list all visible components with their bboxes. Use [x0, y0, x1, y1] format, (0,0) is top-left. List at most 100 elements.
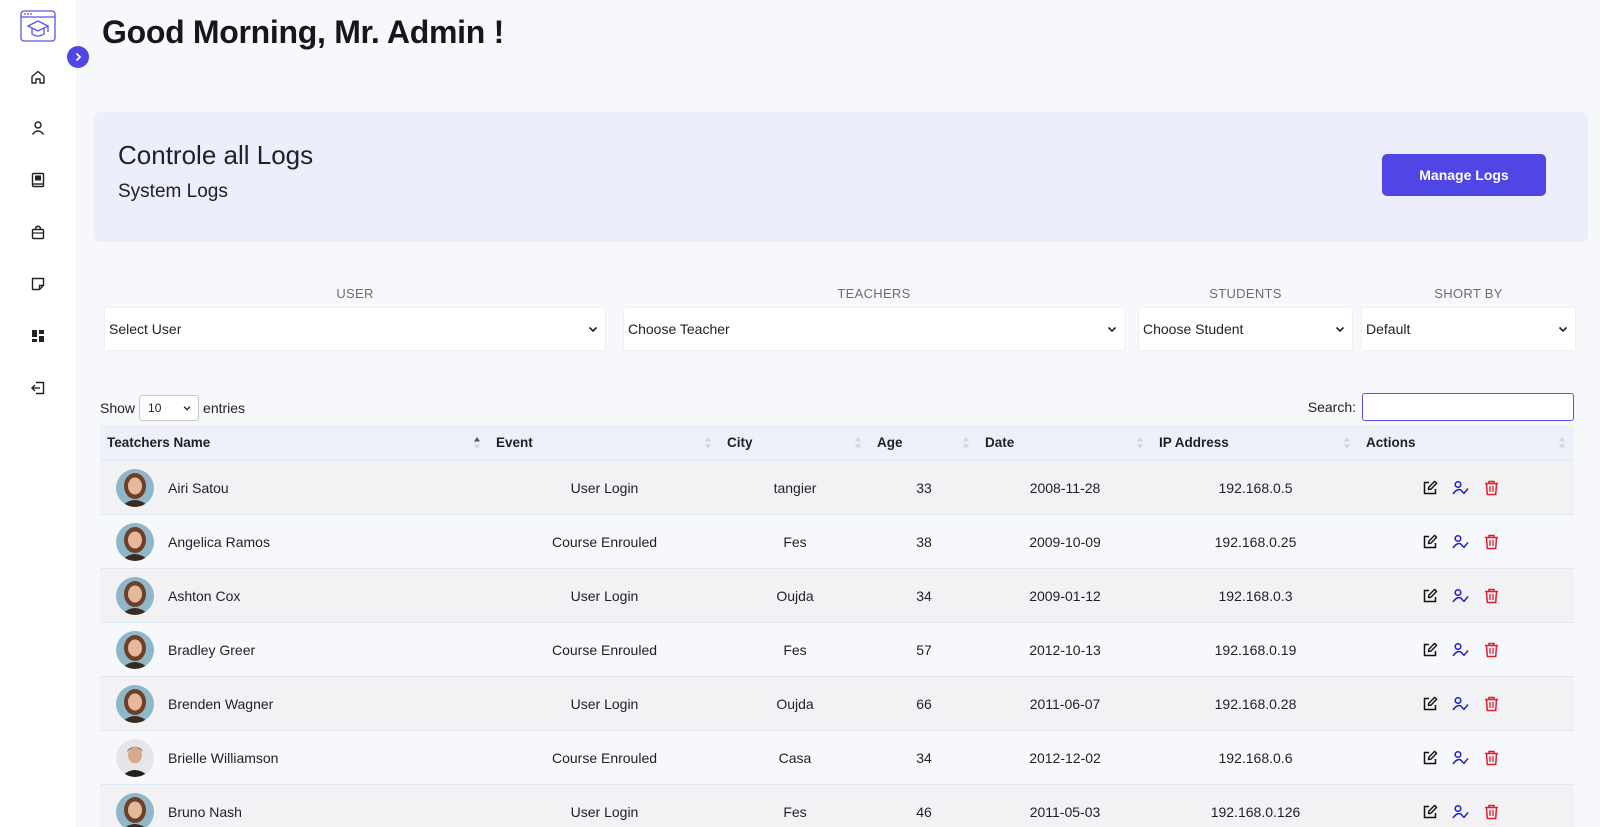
- delete-icon[interactable]: [1483, 749, 1500, 766]
- sidebar-item-home[interactable]: [26, 65, 50, 89]
- sidebar-toggle-button[interactable]: [67, 46, 89, 68]
- cell-age: 34: [916, 587, 932, 604]
- table-row[interactable]: Brielle Williamson Course Enrouled Casa 34 2…: [100, 730, 1574, 784]
- sort-icon: [963, 437, 969, 449]
- avatar: [116, 792, 154, 827]
- table-row[interactable]: Bruno Nash User Login Fes 46 2011-05-03 192.1…: [100, 784, 1574, 827]
- search-input[interactable]: [1362, 393, 1574, 421]
- logs-banner: Controle all Logs System Logs Manage Log…: [94, 112, 1588, 242]
- entries-label: entries: [203, 400, 246, 416]
- delete-icon[interactable]: [1483, 695, 1500, 712]
- cell-ip: 192.168.0.6: [1218, 749, 1293, 766]
- table-row[interactable]: Angelica Ramos Course Enrouled Fes 38 2009-1…: [100, 514, 1574, 568]
- sort-select[interactable]: Default: [1361, 307, 1576, 351]
- table-row[interactable]: Bradley Greer Course Enrouled Fes 57 2012-10…: [100, 622, 1574, 676]
- edit-icon[interactable]: [1421, 749, 1438, 766]
- student-select-value: Choose Student: [1143, 321, 1244, 337]
- cell-ip: 192.168.0.5: [1218, 479, 1293, 496]
- cell-event: Course Enrouled: [551, 533, 658, 550]
- sidebar-item-logout[interactable]: [26, 376, 50, 400]
- teacher-select-value: Choose Teacher: [628, 321, 730, 337]
- cell-event: Course Enrouled: [551, 641, 658, 658]
- column-header-event[interactable]: Event: [489, 425, 720, 460]
- cell-actions: [1359, 677, 1574, 730]
- chevron-right-icon: [75, 52, 82, 62]
- edit-icon[interactable]: [1421, 533, 1438, 550]
- assign-user-icon[interactable]: [1452, 641, 1469, 658]
- filter-label-sort: SHORT BY: [1434, 286, 1503, 301]
- table-row[interactable]: Brenden Wagner User Login Oujda 66 2011-06-0…: [100, 676, 1574, 730]
- sidebar-item-users[interactable]: [26, 116, 50, 140]
- table-row[interactable]: Airi Satou User Login tangier 33 2008-11-28 1…: [100, 460, 1574, 514]
- cell-age: 66: [916, 695, 932, 712]
- avatar: [116, 738, 154, 777]
- cell-actions: [1359, 785, 1574, 827]
- entries-control: Show 10 entries: [100, 395, 245, 421]
- chevron-down-icon: [1558, 326, 1568, 333]
- page-title: Good Morning, Mr. Admin !: [102, 14, 504, 50]
- sidebar-item-courses[interactable]: [26, 168, 50, 192]
- sidebar-item-notes[interactable]: [26, 272, 50, 296]
- assign-user-icon[interactable]: [1452, 749, 1469, 766]
- chevron-down-icon: [1335, 326, 1345, 333]
- cell-age: 33: [916, 479, 932, 496]
- cell-city: Fes: [783, 533, 807, 550]
- table-row[interactable]: Ashton Cox User Login Oujda 34 2009-01-12 192…: [100, 568, 1574, 622]
- student-select[interactable]: Choose Student: [1138, 307, 1353, 351]
- avatar: [116, 522, 154, 561]
- delete-icon[interactable]: [1483, 641, 1500, 658]
- cell-name: Angelica Ramos: [100, 515, 489, 568]
- delete-icon[interactable]: [1483, 587, 1500, 604]
- column-header-actions[interactable]: Actions: [1359, 425, 1574, 460]
- cell-ip: 192.168.0.28: [1214, 695, 1297, 712]
- graduation-cap-logo-icon[interactable]: [20, 10, 56, 42]
- cell-ip: 192.168.0.3: [1218, 587, 1293, 604]
- cell-ip: 192.168.0.25: [1214, 533, 1297, 550]
- home-icon: [31, 70, 45, 84]
- sidebar-item-shop[interactable]: [26, 220, 50, 244]
- table-header: Teatchers Name Event City Age Date IP Ad…: [100, 425, 1574, 460]
- column-header-age[interactable]: Age: [870, 425, 978, 460]
- column-label: Teatchers Name: [107, 435, 211, 450]
- column-header-city[interactable]: City: [720, 425, 870, 460]
- cell-actions: [1359, 515, 1574, 568]
- column-label: Event: [496, 435, 533, 450]
- delete-icon[interactable]: [1483, 533, 1500, 550]
- column-header-date[interactable]: Date: [978, 425, 1152, 460]
- edit-icon[interactable]: [1421, 695, 1438, 712]
- cell-date: 2012-12-02: [1029, 749, 1101, 766]
- assign-user-icon[interactable]: [1452, 533, 1469, 550]
- teacher-select[interactable]: Choose Teacher: [623, 307, 1125, 351]
- delete-icon[interactable]: [1483, 479, 1500, 496]
- sidebar-item-dashboard[interactable]: [26, 324, 50, 348]
- avatar: [116, 576, 154, 615]
- cell-name: Bruno Nash: [100, 785, 489, 827]
- assign-user-icon[interactable]: [1452, 587, 1469, 604]
- user-select[interactable]: Select User: [104, 307, 606, 351]
- teacher-name: Brielle Williamson: [168, 749, 279, 766]
- banner-subtitle: System Logs: [118, 181, 228, 202]
- edit-icon[interactable]: [1421, 479, 1438, 496]
- delete-icon[interactable]: [1483, 803, 1500, 820]
- edit-icon[interactable]: [1421, 587, 1438, 604]
- dashboard-icon: [32, 330, 44, 342]
- cell-date: 2009-10-09: [1029, 533, 1101, 550]
- filter-label-teachers: TEACHERS: [837, 286, 911, 301]
- entries-select[interactable]: 10: [139, 395, 200, 421]
- chevron-down-icon: [183, 406, 191, 411]
- column-header-name[interactable]: Teatchers Name: [100, 425, 489, 460]
- manage-logs-button[interactable]: Manage Logs: [1382, 154, 1546, 196]
- assign-user-icon[interactable]: [1452, 479, 1469, 496]
- chevron-down-icon: [1107, 326, 1117, 333]
- assign-user-icon[interactable]: [1452, 695, 1469, 712]
- cell-city: tangier: [773, 479, 817, 496]
- edit-icon[interactable]: [1421, 641, 1438, 658]
- cell-event: User Login: [570, 587, 639, 604]
- assign-user-icon[interactable]: [1452, 803, 1469, 820]
- edit-icon[interactable]: [1421, 803, 1438, 820]
- cell-name: Ashton Cox: [100, 569, 489, 622]
- teacher-name: Bradley Greer: [168, 641, 256, 658]
- cell-age: 38: [916, 533, 932, 550]
- column-header-ip[interactable]: IP Address: [1152, 425, 1359, 460]
- user-select-value: Select User: [109, 321, 182, 337]
